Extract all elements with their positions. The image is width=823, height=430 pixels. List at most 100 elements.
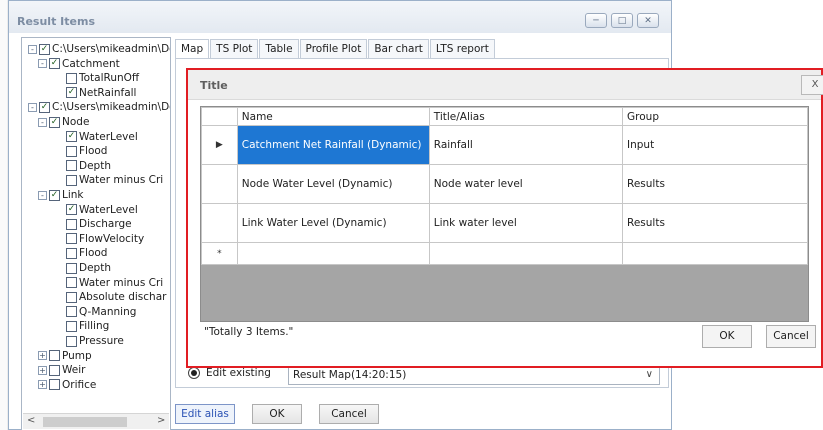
- tree-checkbox[interactable]: [66, 277, 77, 289]
- tree-checkbox[interactable]: [66, 218, 77, 230]
- radio-edit-existing[interactable]: [188, 367, 200, 379]
- tab-table[interactable]: Table: [259, 39, 299, 59]
- row-header[interactable]: [201, 203, 238, 243]
- tree-node[interactable]: Flood: [66, 246, 107, 260]
- tree-node[interactable]: Depth: [66, 159, 111, 173]
- tree-checkbox[interactable]: [66, 174, 77, 186]
- table-row[interactable]: Node Water Level (Dynamic) Node water le…: [201, 164, 808, 204]
- tree-node[interactable]: ✓ NetRainfall: [66, 86, 136, 100]
- collapse-icon[interactable]: -: [28, 44, 37, 54]
- tree-checkbox[interactable]: [66, 291, 77, 303]
- tree-node[interactable]: - ✓ Link: [38, 188, 84, 202]
- cell-group[interactable]: Results: [622, 203, 808, 243]
- scroll-right-icon[interactable]: >: [157, 415, 165, 426]
- tree-checkbox[interactable]: ✓: [49, 116, 60, 128]
- tree-checkbox[interactable]: ✓: [66, 87, 77, 99]
- expand-icon[interactable]: +: [38, 365, 47, 375]
- cell-name[interactable]: Catchment Net Rainfall (Dynamic): [236, 125, 430, 165]
- dialog-close-button[interactable]: X: [801, 75, 823, 95]
- cancel-button[interactable]: Cancel: [319, 404, 379, 424]
- tree-node[interactable]: + Pump: [38, 349, 92, 363]
- tree-node[interactable]: Q-Manning: [66, 305, 136, 319]
- dialog-cancel-button[interactable]: Cancel: [766, 325, 816, 348]
- tree-node[interactable]: + Weir: [38, 363, 85, 377]
- tree-node[interactable]: Flood: [66, 144, 107, 158]
- tree-checkbox[interactable]: [66, 145, 77, 157]
- tree-node[interactable]: + Orifice: [38, 378, 96, 392]
- existing-map-select[interactable]: Result Map(14:20:15) ∨: [288, 366, 660, 385]
- cell-group[interactable]: Input: [622, 125, 808, 165]
- tree-checkbox[interactable]: [66, 335, 77, 347]
- collapse-icon[interactable]: -: [38, 59, 47, 69]
- tree-checkbox[interactable]: [66, 320, 77, 332]
- tree-node[interactable]: Depth: [66, 261, 111, 275]
- result-tree[interactable]: < > - ✓ C:\Users\mikeadmin\Doc - ✓ Catchment T…: [21, 37, 171, 430]
- collapse-icon[interactable]: -: [28, 102, 37, 112]
- new-row-icon[interactable]: *: [201, 242, 238, 265]
- tab-profile-plot[interactable]: Profile Plot: [299, 39, 368, 59]
- tree-checkbox[interactable]: [49, 350, 60, 362]
- table-row[interactable]: ▶ Catchment Net Rainfall (Dynamic) Rainf…: [201, 125, 808, 165]
- tree-checkbox[interactable]: [66, 262, 77, 274]
- tree-checkbox[interactable]: ✓: [49, 58, 60, 70]
- tree-node[interactable]: - ✓ C:\Users\mikeadmin\Doc: [28, 42, 170, 56]
- tree-horizontal-scrollbar[interactable]: < >: [23, 413, 169, 429]
- tree-checkbox[interactable]: ✓: [49, 189, 60, 201]
- row-header[interactable]: [201, 164, 238, 204]
- collapse-icon[interactable]: -: [38, 190, 47, 200]
- dialog-ok-button[interactable]: OK: [702, 325, 752, 348]
- scroll-left-icon[interactable]: <: [27, 415, 35, 426]
- maximize-button[interactable]: □: [611, 13, 633, 28]
- expand-icon[interactable]: +: [38, 351, 47, 361]
- tab-bar-chart[interactable]: Bar chart: [368, 39, 429, 59]
- column-header-name[interactable]: Name: [236, 107, 430, 126]
- tab-map[interactable]: Map: [175, 39, 210, 59]
- tree-checkbox[interactable]: [66, 72, 77, 84]
- column-header-group[interactable]: Group: [622, 107, 808, 126]
- minimize-button[interactable]: ─: [585, 13, 607, 28]
- tree-checkbox[interactable]: ✓: [39, 101, 50, 113]
- cell-alias[interactable]: Link water level: [428, 203, 624, 243]
- tree-node[interactable]: - ✓ Catchment: [38, 57, 120, 71]
- cell-name[interactable]: [236, 242, 430, 265]
- cell-group[interactable]: [622, 242, 808, 265]
- ok-button[interactable]: OK: [252, 404, 302, 424]
- tree-node[interactable]: TotalRunOff: [66, 71, 139, 85]
- tree-checkbox[interactable]: [49, 379, 60, 391]
- tree-checkbox[interactable]: [66, 160, 77, 172]
- tree-node[interactable]: Water minus Cri: [66, 276, 163, 290]
- scrollbar-thumb[interactable]: [43, 417, 127, 427]
- tree-node[interactable]: - ✓ C:\Users\mikeadmin\Doc: [28, 100, 170, 114]
- cell-alias[interactable]: Node water level: [428, 164, 624, 204]
- tree-node[interactable]: ✓ WaterLevel: [66, 203, 138, 217]
- tree-node[interactable]: - ✓ Node: [38, 115, 89, 129]
- tab-ts-plot[interactable]: TS Plot: [210, 39, 259, 59]
- tree-node[interactable]: Pressure: [66, 334, 124, 348]
- tree-checkbox[interactable]: [66, 233, 77, 245]
- cell-name[interactable]: Node Water Level (Dynamic): [236, 164, 430, 204]
- cell-alias[interactable]: [428, 242, 624, 265]
- column-header-alias[interactable]: Title/Alias: [428, 107, 624, 126]
- tab-lts-report[interactable]: LTS report: [429, 39, 495, 59]
- current-row-icon[interactable]: ▶: [201, 125, 238, 165]
- tree-checkbox[interactable]: [66, 306, 77, 318]
- tree-checkbox[interactable]: [66, 247, 77, 259]
- tree-checkbox[interactable]: ✓: [66, 204, 77, 216]
- cell-group[interactable]: Results: [622, 164, 808, 204]
- tree-node[interactable]: FlowVelocity: [66, 232, 144, 246]
- tree-checkbox[interactable]: ✓: [66, 131, 77, 143]
- edit-alias-button[interactable]: Edit alias: [175, 404, 235, 424]
- tree-checkbox[interactable]: ✓: [39, 43, 50, 55]
- tree-node[interactable]: ✓ WaterLevel: [66, 130, 138, 144]
- expand-icon[interactable]: +: [38, 380, 47, 390]
- tree-node[interactable]: Water minus Cri: [66, 173, 163, 187]
- cell-name[interactable]: Link Water Level (Dynamic): [236, 203, 430, 243]
- close-button[interactable]: ✕: [637, 13, 659, 28]
- tree-node[interactable]: Absolute dischar: [66, 290, 166, 304]
- new-row[interactable]: *: [201, 242, 808, 265]
- cell-alias[interactable]: Rainfall: [428, 125, 624, 165]
- tree-node[interactable]: Filling: [66, 319, 109, 333]
- tree-checkbox[interactable]: [49, 364, 60, 376]
- table-row[interactable]: Link Water Level (Dynamic) Link water le…: [201, 203, 808, 243]
- tree-node[interactable]: Discharge: [66, 217, 132, 231]
